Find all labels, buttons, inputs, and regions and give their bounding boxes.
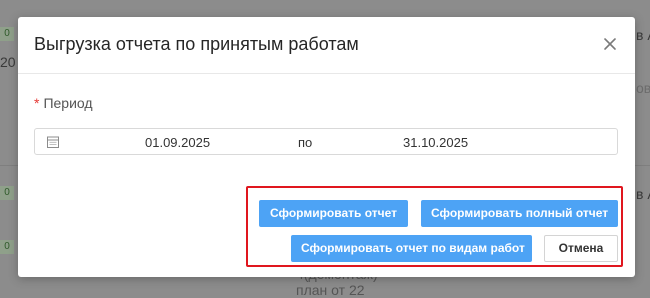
generate-report-button[interactable]: Сформировать отчет [259, 200, 408, 227]
date-to-input[interactable]: 31.10.2025 [403, 135, 468, 150]
date-from-input[interactable]: 01.09.2025 [145, 135, 210, 150]
calendar-icon [46, 135, 60, 149]
status-badge: 0 [0, 240, 14, 254]
generate-report-by-type-button[interactable]: Сформировать отчет по видам работ [291, 235, 532, 262]
status-badge: 0 [0, 186, 14, 200]
period-label-text: Период [43, 95, 93, 111]
generate-full-report-button[interactable]: Сформировать полный отчет [421, 200, 618, 227]
modal-header: Выгрузка отчета по принятым работам [18, 17, 635, 74]
cancel-button[interactable]: Отмена [544, 235, 618, 262]
date-range-picker[interactable]: 01.09.2025 по 31.10.2025 [34, 128, 618, 155]
background-text: ов [636, 80, 650, 96]
range-separator: по [298, 135, 313, 150]
background-text: план от 22 [296, 282, 365, 298]
required-mark: * [34, 95, 40, 111]
background-text: в А [636, 186, 650, 202]
period-label: * Период [34, 95, 93, 111]
background-text: 20 [0, 54, 16, 70]
modal-title: Выгрузка отчета по принятым работам [34, 34, 359, 54]
background-text: в А [636, 27, 650, 43]
close-button[interactable] [599, 33, 621, 55]
export-report-modal: Выгрузка отчета по принятым работам * Пер… [18, 17, 635, 277]
status-badge: 0 [0, 27, 14, 41]
close-icon [604, 38, 616, 50]
